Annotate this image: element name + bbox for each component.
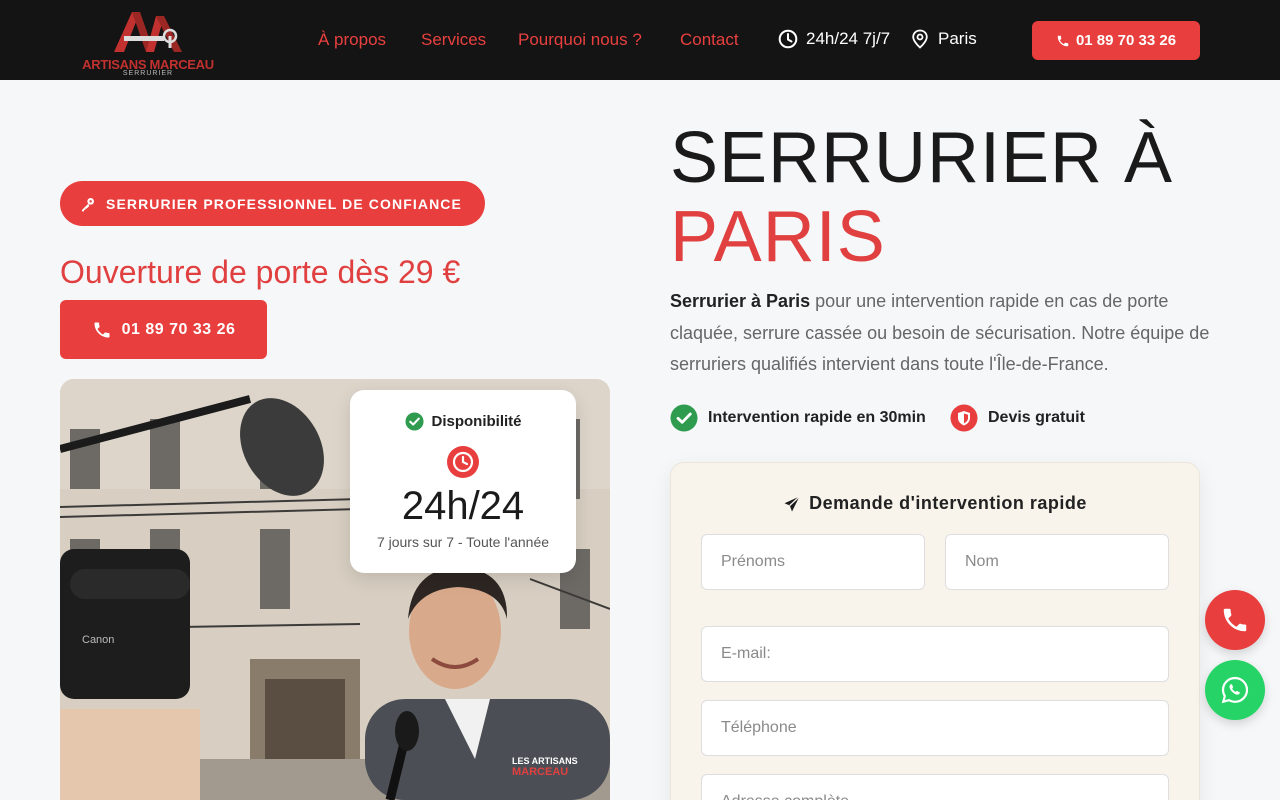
clock-icon [778,29,798,49]
feature-label: Intervention rapide en 30min [708,409,926,426]
nav-services[interactable]: Services [421,30,486,50]
hero-call-label: 01 89 70 33 26 [121,320,236,338]
location-pin-icon [912,29,928,49]
header-call-label: 01 89 70 33 26 [1075,32,1177,49]
email-field[interactable] [701,626,1169,682]
paper-plane-icon [784,495,801,511]
header-call-button[interactable]: 01 89 70 33 26 [1032,21,1200,60]
floating-whatsapp-button[interactable] [1205,660,1265,720]
key-icon [82,197,94,211]
camera-brand: Canon [82,634,114,646]
form-title: Demande d'intervention rapide [809,493,1087,513]
site-logo[interactable]: ARTISANS MARCEAU SERRURIER [80,6,216,77]
shield-icon [950,404,978,432]
phone-icon [94,322,110,337]
address-field[interactable] [701,774,1169,800]
first-name-field[interactable] [701,534,925,590]
opening-hours: 24h/24 7j/7 [806,29,891,48]
availability-days: 7 jours sur 7 - Toute l'année [376,534,550,550]
jacket-text-1: LES ARTISANS [512,756,578,766]
hero-description-bold: Serrurier à Paris [670,291,811,311]
whatsapp-icon [1221,676,1249,704]
price-headline: Ouverture de porte dès 29 € [60,254,461,290]
feature-fast-intervention: Intervention rapide en 30min [670,404,926,432]
clock-badge-icon [447,446,479,478]
page-title-line-2: PARIS [670,197,886,277]
availability-hours: 24h/24 [401,484,525,528]
phone-icon [1223,608,1247,632]
availability-card: Disponibilité 24h/24 7 jours sur 7 - Tou… [350,390,576,573]
hero-description: Serrurier à Paris pour une intervention … [670,286,1210,381]
phone-field[interactable] [701,700,1169,756]
check-circle-icon [404,412,424,431]
quick-request-form: Demande d'intervention rapide [670,462,1200,800]
trust-badge: SERRURIER PROFESSIONNEL DE CONFIANCE [60,181,485,226]
location-city: Paris [938,29,977,48]
phone-icon [1057,35,1069,46]
last-name-field[interactable] [945,534,1169,590]
nav-pourquoi-nous[interactable]: Pourquoi nous ? [518,30,642,50]
feature-free-quote: Devis gratuit [950,404,1085,432]
floating-call-button[interactable] [1205,590,1265,650]
nav-a-propos[interactable]: À propos [318,30,386,50]
hero-call-button[interactable]: 01 89 70 33 26 [60,300,267,359]
page-title-line-1: SERRURIER À [670,118,1174,198]
jacket-text-2: MARCEAU [512,766,568,778]
trust-badge-label: SERRURIER PROFESSIONNEL DE CONFIANCE [106,195,462,212]
site-header: ARTISANS MARCEAU SERRURIER À propos Serv… [0,0,1280,80]
check-circle-icon [670,404,698,432]
availability-title: Disponibilité [431,413,522,430]
logo-subtitle: SERRURIER [122,70,174,77]
feature-label: Devis gratuit [988,409,1085,426]
nav-contact[interactable]: Contact [680,30,739,50]
logo-mark-icon [114,12,182,52]
